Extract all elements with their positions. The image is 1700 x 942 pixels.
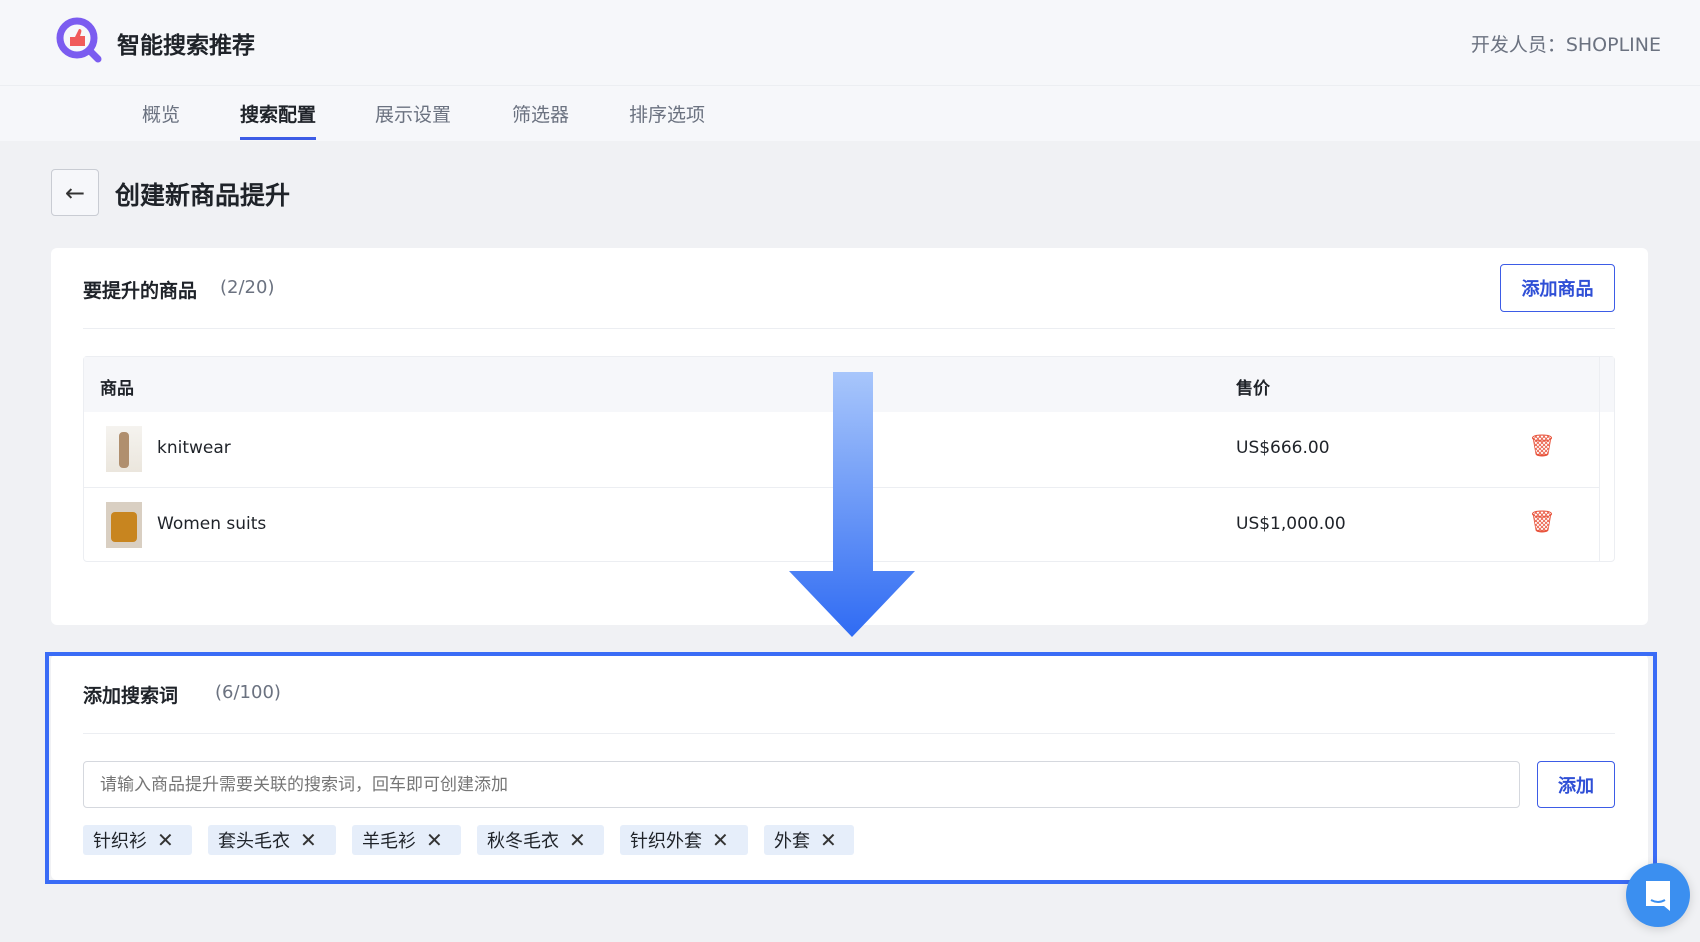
app-title: 智能搜索推荐 [117, 33, 255, 59]
developer-label: 开发人员：SHOPLINE [1470, 34, 1661, 56]
keyword-tag: 秋冬毛衣 ✕ [477, 825, 604, 855]
keywords-title: 添加搜索词 [83, 685, 179, 707]
tab-overview[interactable]: 概览 [142, 100, 180, 127]
tab-search-config[interactable]: 搜索配置 [240, 100, 317, 140]
tag-label: 套头毛衣 [218, 831, 290, 852]
chat-button[interactable] [1626, 863, 1690, 927]
keyword-tag: 羊毛衫 ✕ [352, 825, 461, 855]
product-price: US$1,000.00 [1236, 514, 1346, 534]
product-price: US$666.00 [1236, 438, 1330, 458]
product-name: knitwear [157, 438, 231, 458]
keyword-tag: 套头毛衣 ✕ [208, 825, 336, 855]
col-price: 售价 [1236, 379, 1270, 399]
divider [83, 733, 1615, 734]
close-icon[interactable]: ✕ [569, 828, 586, 852]
keyword-tag: 针织外套 ✕ [620, 825, 748, 855]
divider [83, 328, 1615, 329]
chat-icon [1646, 881, 1670, 911]
products-title: 要提升的商品 [83, 280, 198, 302]
tag-label: 秋冬毛衣 [487, 831, 559, 852]
arrow-down-annotation-icon [789, 372, 915, 637]
close-icon[interactable]: ✕ [157, 828, 174, 852]
add-product-button[interactable]: 添加商品 [1500, 264, 1615, 312]
products-count: (2/20) [220, 277, 275, 298]
close-icon[interactable]: ✕ [820, 828, 837, 852]
app-logo-icon [56, 17, 102, 63]
tab-display-settings[interactable]: 展示设置 [375, 100, 451, 127]
app-header: 智能搜索推荐 开发人员：SHOPLINE [0, 0, 1700, 85]
product-thumbnail [106, 426, 142, 472]
tag-label: 针织外套 [630, 831, 702, 852]
keyword-tag: 针织衫 ✕ [83, 825, 192, 855]
tab-sort-options[interactable]: 排序选项 [629, 100, 705, 127]
delete-icon[interactable]: 🗑 [1528, 510, 1556, 535]
nav-tabs: 概览 搜索配置 展示设置 筛选器 排序选项 [0, 85, 1700, 141]
close-icon[interactable]: ✕ [712, 828, 729, 852]
table-scrollbar[interactable] [1599, 357, 1615, 561]
tag-label: 羊毛衫 [362, 831, 416, 852]
col-product: 商品 [100, 379, 134, 399]
product-thumbnail [106, 502, 142, 548]
arrow-left-icon: ← [64, 178, 86, 207]
back-button[interactable]: ← [51, 169, 99, 216]
close-icon[interactable]: ✕ [426, 828, 443, 852]
tab-filters[interactable]: 筛选器 [512, 100, 569, 127]
close-icon[interactable]: ✕ [300, 828, 317, 852]
tag-label: 针织衫 [93, 831, 147, 852]
product-name: Women suits [157, 514, 267, 534]
delete-icon[interactable]: 🗑 [1528, 434, 1556, 459]
page-title: 创建新商品提升 [115, 181, 291, 210]
keyword-input[interactable] [83, 761, 1520, 808]
keyword-tag: 外套 ✕ [764, 825, 854, 855]
keywords-count: (6/100) [215, 682, 281, 703]
add-keyword-button[interactable]: 添加 [1537, 761, 1615, 808]
tag-label: 外套 [774, 831, 810, 852]
